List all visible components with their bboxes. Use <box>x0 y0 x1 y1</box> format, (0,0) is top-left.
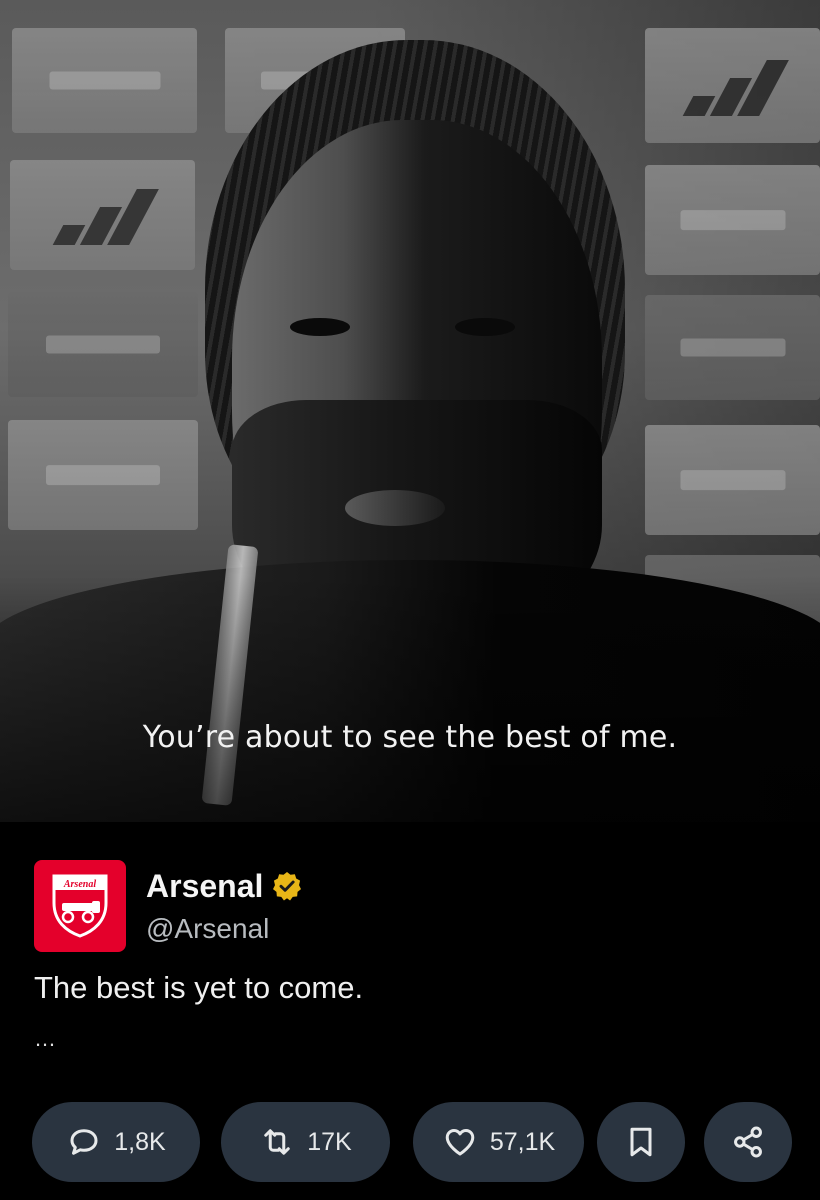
post-actions: 1,8K 17K 57,1K <box>32 1102 792 1182</box>
arsenal-crest-icon: Arsenal <box>52 874 108 938</box>
repost-count: 17K <box>307 1127 352 1156</box>
reply-button[interactable]: 1,8K <box>32 1102 200 1182</box>
author-handle[interactable]: @Arsenal <box>146 913 303 945</box>
video-caption: You’re about to see the best of me. <box>142 720 678 755</box>
repost-icon <box>264 1129 290 1155</box>
bookmark-button[interactable] <box>597 1102 685 1182</box>
post-author[interactable]: Arsenal Arsenal @Arsenal <box>34 858 303 954</box>
share-icon <box>734 1126 762 1158</box>
post-text: The best is yet to come. <box>34 970 364 1005</box>
like-button[interactable]: 57,1K <box>413 1102 584 1182</box>
crest-wordmark: Arsenal <box>63 879 96 890</box>
bookmark-icon <box>630 1127 652 1157</box>
reply-icon <box>70 1129 98 1155</box>
video-vignette <box>0 0 820 822</box>
heart-icon <box>445 1128 475 1156</box>
post-video[interactable]: You’re about to see the best of me. <box>0 0 820 822</box>
author-names: Arsenal @Arsenal <box>146 868 303 945</box>
reply-count: 1,8K <box>114 1127 166 1156</box>
author-display-name[interactable]: Arsenal <box>146 868 263 905</box>
verified-badge-icon[interactable] <box>271 870 303 902</box>
share-button[interactable] <box>704 1102 792 1182</box>
author-name-row: Arsenal <box>146 868 303 905</box>
avatar[interactable]: Arsenal <box>34 860 126 952</box>
like-count: 57,1K <box>489 1127 556 1156</box>
show-more-ellipsis[interactable]: … <box>34 1026 57 1052</box>
repost-button[interactable]: 17K <box>221 1102 390 1182</box>
